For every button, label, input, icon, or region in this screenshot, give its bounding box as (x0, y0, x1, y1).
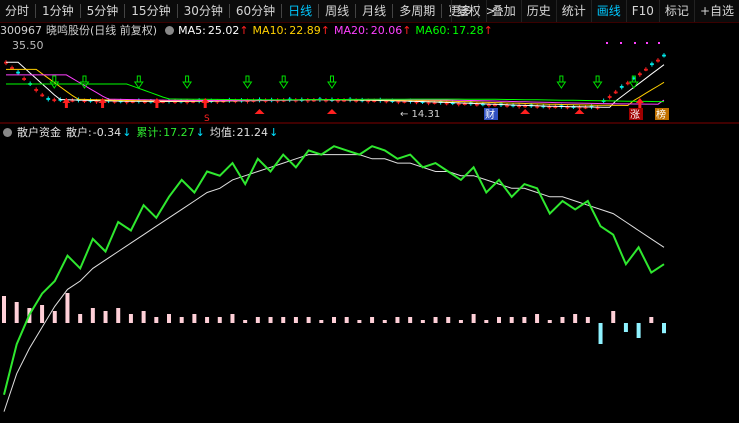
ma60-line (6, 83, 664, 103)
sanhu-bar (40, 305, 45, 323)
sanhu-bar (573, 314, 578, 323)
sanhu-bar (509, 317, 514, 323)
warning-triangle-icon (574, 109, 585, 114)
sanhu-bar (497, 317, 501, 323)
sanhu-bar (65, 293, 70, 323)
sell-s-marker: S (204, 114, 210, 124)
chart-canvas[interactable]: ← 14.31 财 涨 榜 S (0, 0, 739, 423)
sanhu-bar (395, 317, 400, 323)
signal-dot (658, 42, 660, 44)
sanhu-bar (116, 308, 121, 323)
sanhu-bar (255, 317, 260, 323)
candle-body (46, 98, 51, 100)
sanhu-bar (535, 314, 540, 323)
sanhu-bar (179, 317, 184, 323)
sanhu-bar (585, 317, 590, 323)
sell-signal-arrow-icon (79, 75, 90, 89)
sanhu-bar (344, 317, 349, 323)
warning-triangle-icon (520, 109, 531, 114)
dragon-tiger-marker: 榜 (656, 108, 666, 121)
sanhu-bar (268, 317, 273, 323)
sanhu-bar (192, 314, 197, 323)
sanhu-bar (332, 317, 336, 323)
sanhu-bar (408, 317, 413, 323)
sanhu-bar (357, 320, 362, 323)
sanhu-bar (382, 320, 387, 323)
signal-dot (620, 42, 622, 44)
financial-report-marker: 财 (485, 108, 495, 121)
leiji-line (3, 145, 665, 395)
sanhu-bar (2, 296, 6, 323)
sell-signal-arrow-icon (242, 75, 253, 89)
sanhu-bar (433, 317, 438, 323)
sanhu-bar (128, 314, 133, 323)
sell-signal-arrow-icon (133, 75, 144, 89)
sanhu-bar (230, 314, 235, 323)
sanhu-bar (217, 317, 222, 323)
sanhu-bar (167, 314, 171, 323)
sanhu-bar (636, 323, 641, 338)
sanhu-bar (662, 323, 666, 334)
sanhu-bar (243, 320, 248, 323)
sanhu-bar (78, 314, 83, 323)
sanhu-bar (649, 317, 654, 323)
sell-signal-arrow-icon (49, 75, 60, 89)
sanhu-bar (522, 317, 527, 323)
sanhu-bar (547, 320, 552, 323)
sanhu-bar (611, 311, 616, 323)
signal-dot (606, 42, 608, 44)
sanhu-bar (103, 311, 108, 323)
sell-signal-arrow-icon (278, 75, 289, 89)
junzhi-line (3, 154, 665, 412)
sanhu-bar (560, 317, 565, 323)
sanhu-bar (446, 317, 451, 323)
sanhu-bar (306, 317, 311, 323)
signal-dot (646, 42, 648, 44)
sanhu-bar (623, 323, 628, 332)
sell-signal-arrow-icon (182, 75, 193, 89)
candle-body (16, 71, 20, 74)
warning-triangle-icon (254, 109, 265, 114)
sanhu-bar (319, 320, 324, 323)
sanhu-bar (141, 311, 146, 323)
sanhu-bar (281, 317, 286, 323)
sanhu-bar (420, 320, 425, 323)
candle-body (619, 85, 624, 88)
sanhu-bar (52, 311, 57, 323)
warning-triangle-icon (326, 109, 337, 114)
candle-body (650, 63, 654, 66)
sanhu-bar (14, 302, 19, 323)
sanhu-bar (293, 317, 298, 323)
sell-signal-arrow-icon (592, 75, 603, 89)
sanhu-bar (484, 320, 489, 323)
sanhu-bar (154, 317, 159, 323)
sanhu-bar (90, 308, 95, 323)
sanhu-bar (471, 314, 476, 323)
signal-dot (634, 42, 636, 44)
sell-signal-arrow-icon (327, 75, 337, 89)
limit-up-marker: 涨 (630, 109, 640, 121)
sanhu-bar (370, 317, 375, 323)
sanhu-bar (598, 323, 603, 344)
sanhu-bar (458, 320, 463, 323)
low-price-label: ← 14.31 (400, 109, 440, 120)
sanhu-bar (205, 317, 210, 323)
candle-body (662, 54, 666, 57)
buy-signal-arrow-icon (635, 98, 644, 108)
sell-signal-arrow-icon (556, 75, 567, 89)
